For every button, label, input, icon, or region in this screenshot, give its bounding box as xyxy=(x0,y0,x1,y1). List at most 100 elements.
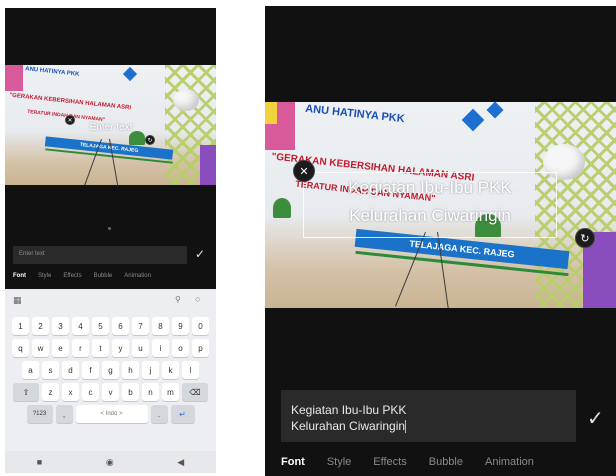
delete-overlay-button[interactable]: ✕ xyxy=(293,160,315,182)
keyboard-row-1: qwertyuiop xyxy=(5,339,216,357)
number-key[interactable]: 2 xyxy=(32,317,49,335)
tab-font[interactable]: Font xyxy=(13,273,26,279)
text-tab-bar: Font Style Effects Bubble Animation xyxy=(13,273,151,279)
confirm-text-button[interactable]: ✓ xyxy=(195,247,205,261)
pink-decoration xyxy=(5,65,23,91)
letter-key[interactable]: a xyxy=(22,361,39,379)
rotate-overlay-button[interactable]: ↻ xyxy=(575,228,595,248)
symbols-key[interactable]: ?123 xyxy=(26,405,53,423)
rotate-icon: ↻ xyxy=(147,137,153,144)
tab-style[interactable]: Style xyxy=(38,273,51,279)
check-icon: ✓ xyxy=(195,247,206,261)
hanging-lamp xyxy=(173,89,199,111)
tab-bubble[interactable]: Bubble xyxy=(94,273,113,279)
text-input-field[interactable]: Enter text xyxy=(13,246,187,264)
sign-header: ANU HATINYA PKK xyxy=(24,66,80,78)
rotate-overlay-button[interactable]: ↻ xyxy=(145,135,155,145)
system-navigation-bar: ■ ◉ ◀ xyxy=(5,451,216,473)
tab-effects[interactable]: Effects xyxy=(63,273,81,279)
text-overlay[interactable]: Enter text xyxy=(79,122,143,133)
shift-icon: ⇧ xyxy=(22,387,30,397)
number-key[interactable]: 0 xyxy=(192,317,209,335)
letter-key[interactable]: o xyxy=(172,339,189,357)
letter-key[interactable]: m xyxy=(162,383,179,401)
letter-key[interactable]: f xyxy=(82,361,99,379)
number-key[interactable]: 1 xyxy=(12,317,29,335)
enter-icon: ↵ xyxy=(179,409,186,419)
confirm-text-button[interactable]: ✓ xyxy=(587,406,604,431)
number-key[interactable]: 4 xyxy=(72,317,89,335)
letter-key[interactable]: k xyxy=(162,361,179,379)
sign-header: ANU HATINYA PKK xyxy=(304,102,406,126)
close-icon: ✕ xyxy=(299,165,309,178)
tab-effects[interactable]: Effects xyxy=(373,456,406,468)
letter-key[interactable]: l xyxy=(182,361,199,379)
comma-key[interactable]: , xyxy=(55,405,73,423)
left-editor-screen: ANU HATINYA PKK "GERAKAN KEBERSIHAN HALA… xyxy=(5,8,216,473)
keyboard-toolbar: ▦ ⚲ ○ xyxy=(5,289,216,313)
text-input-line-1: Kegiatan Ibu-Ibu PKK xyxy=(291,403,407,417)
text-input-field[interactable]: Kegiatan Ibu-Ibu PKK Kelurahan Ciwaringi… xyxy=(281,390,576,442)
letter-key[interactable]: d xyxy=(62,361,79,379)
letter-key[interactable]: w xyxy=(32,339,49,357)
playhead-dot xyxy=(108,227,111,230)
letter-key[interactable]: u xyxy=(132,339,149,357)
letter-key[interactable]: i xyxy=(152,339,169,357)
blue-diamond-decoration xyxy=(122,66,138,82)
close-icon: ✕ xyxy=(67,117,73,124)
enter-key[interactable]: ↵ xyxy=(170,405,195,423)
circle-icon[interactable]: ◉ xyxy=(106,457,114,468)
tab-style[interactable]: Style xyxy=(327,456,351,468)
delete-overlay-button[interactable]: ✕ xyxy=(65,115,75,125)
space-key[interactable]: < Indo > xyxy=(75,405,148,423)
text-cursor xyxy=(405,420,407,434)
check-icon: ✓ xyxy=(587,408,604,430)
letter-key[interactable]: y xyxy=(112,339,129,357)
keyboard-row-2: asdfghjkl xyxy=(5,361,216,379)
tab-font[interactable]: Font xyxy=(281,456,305,468)
number-key[interactable]: 9 xyxy=(172,317,189,335)
purple-wall xyxy=(200,145,216,185)
shift-key[interactable]: ⇧ xyxy=(13,383,39,401)
number-key[interactable]: 5 xyxy=(92,317,109,335)
lock-icon[interactable]: ⚲ xyxy=(175,295,181,304)
text-input-placeholder: Enter text xyxy=(19,251,45,257)
right-editor-screen: ANU HATINYA PKK "GERAKAN KEBERSIHAN HALA… xyxy=(265,6,616,476)
number-key[interactable]: 7 xyxy=(132,317,149,335)
letter-key[interactable]: s xyxy=(42,361,59,379)
letter-key[interactable]: c xyxy=(82,383,99,401)
video-preview: ANU HATINYA PKK "GERAKAN KEBERSIHAN HALA… xyxy=(265,102,616,308)
letter-key[interactable]: r xyxy=(72,339,89,357)
letter-key[interactable]: q xyxy=(12,339,29,357)
tab-bubble[interactable]: Bubble xyxy=(429,456,463,468)
letter-key[interactable]: b xyxy=(122,383,139,401)
tab-animation[interactable]: Animation xyxy=(124,273,151,279)
grid-icon[interactable]: ▦ xyxy=(13,295,22,306)
square-icon[interactable]: ■ xyxy=(37,457,42,467)
number-key[interactable]: 6 xyxy=(112,317,129,335)
potted-plant xyxy=(129,131,145,145)
letter-key[interactable]: p xyxy=(192,339,209,357)
period-key[interactable]: . xyxy=(150,405,168,423)
blue-diamond-decoration xyxy=(461,108,485,132)
letter-key[interactable]: g xyxy=(102,361,119,379)
letter-key[interactable]: t xyxy=(92,339,109,357)
letter-key[interactable]: n xyxy=(142,383,159,401)
video-preview: ANU HATINYA PKK "GERAKAN KEBERSIHAN HALA… xyxy=(5,65,216,185)
text-tab-bar: Font Style Effects Bubble Animation xyxy=(281,456,534,468)
soft-keyboard: ▦ ⚲ ○ 1234567890 qwertyuiop asdfghjkl ⇧ … xyxy=(5,289,216,451)
letter-key[interactable]: x xyxy=(62,383,79,401)
yellow-decoration xyxy=(265,102,277,124)
triangle-back-icon[interactable]: ◀ xyxy=(177,457,184,468)
number-key[interactable]: 3 xyxy=(52,317,69,335)
keyboard-row-4: ?123 , < Indo > . ↵ xyxy=(5,405,216,423)
letter-key[interactable]: e xyxy=(52,339,69,357)
backspace-key[interactable]: ⌫ xyxy=(182,383,208,401)
search-icon[interactable]: ○ xyxy=(195,294,200,304)
letter-key[interactable]: h xyxy=(122,361,139,379)
letter-key[interactable]: z xyxy=(42,383,59,401)
tab-animation[interactable]: Animation xyxy=(485,456,534,468)
number-key[interactable]: 8 xyxy=(152,317,169,335)
letter-key[interactable]: v xyxy=(102,383,119,401)
letter-key[interactable]: j xyxy=(142,361,159,379)
